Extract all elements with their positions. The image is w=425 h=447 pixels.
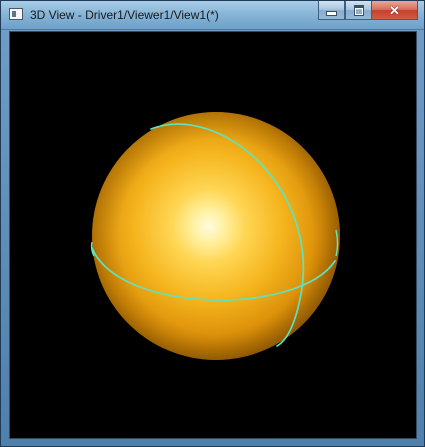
application-window: 3D View - Driver1/Viewer1/View1(*) ✕ <box>0 0 425 447</box>
maximize-icon <box>353 4 364 16</box>
close-icon: ✕ <box>389 2 400 18</box>
app-window-icon[interactable] <box>9 8 23 20</box>
minimize-icon <box>326 10 337 16</box>
viewport-canvas[interactable] <box>10 32 416 438</box>
3d-viewport[interactable] <box>9 31 417 439</box>
title-bar[interactable]: 3D View - Driver1/Viewer1/View1(*) ✕ <box>1 1 424 30</box>
window-title: 3D View - Driver1/Viewer1/View1(*) <box>30 8 219 22</box>
maximize-button[interactable] <box>345 1 372 20</box>
sphere-rim-shading <box>92 112 340 360</box>
minimize-button[interactable] <box>318 1 345 20</box>
window-controls: ✕ <box>318 1 418 21</box>
close-button[interactable]: ✕ <box>372 1 418 20</box>
